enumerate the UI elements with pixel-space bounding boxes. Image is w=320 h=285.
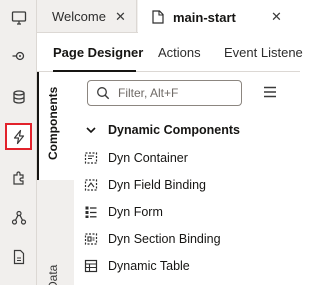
palette-item-dyn-container[interactable]: Dyn Container	[84, 148, 188, 168]
close-icon[interactable]: ✕	[115, 9, 126, 25]
item-label: Dyn Field Binding	[108, 178, 206, 192]
item-label: Dyn Form	[108, 205, 163, 219]
hierarchy-icon	[11, 210, 26, 225]
palette-item-dyn-field-binding[interactable]: Dyn Field Binding	[84, 175, 206, 195]
dyn-field-binding-icon	[84, 179, 98, 191]
group-label: Dynamic Components	[108, 123, 240, 137]
dyn-container-icon	[84, 152, 98, 164]
palette-item-dynamic-table[interactable]: Dynamic Table	[84, 256, 190, 276]
rail-services-button[interactable]	[5, 42, 32, 69]
service-connection-icon	[12, 51, 24, 60]
close-icon[interactable]: ✕	[271, 9, 282, 25]
rail-monitor-button[interactable]	[5, 4, 32, 31]
chevron-down-icon	[86, 127, 96, 134]
lightning-icon	[13, 129, 24, 144]
item-label: Dyn Container	[108, 151, 188, 165]
rail-actions-button[interactable]	[5, 123, 32, 150]
tab-label: main-start	[173, 9, 236, 25]
tab-actions[interactable]: Actions	[158, 45, 201, 60]
sidetab-components-label[interactable]: Components	[46, 87, 60, 160]
group-header-dynamic-components[interactable]: Dynamic Components	[86, 123, 240, 137]
item-label: Dyn Section Binding	[108, 232, 221, 246]
item-label: Dynamic Table	[108, 259, 190, 273]
components-panel: Dynamic Components Dyn Container Dyn Fie…	[74, 72, 300, 285]
tab-event-listeners[interactable]: Event Listene	[224, 45, 303, 60]
puzzle-icon	[12, 170, 24, 185]
monitor-icon	[11, 10, 26, 25]
designer-subtabs: Page Designer Actions Event Listene	[37, 34, 303, 72]
database-icon	[12, 89, 25, 104]
activity-rail	[0, 0, 37, 285]
table-icon	[84, 259, 98, 273]
dyn-section-binding-icon	[84, 233, 98, 245]
palette-item-dyn-section-binding[interactable]: Dyn Section Binding	[84, 229, 221, 249]
tab-label: Welcome	[52, 9, 106, 24]
search-icon	[97, 87, 110, 100]
palette-item-dyn-form[interactable]: Dyn Form	[84, 202, 163, 222]
filter-input[interactable]	[118, 86, 228, 100]
filter-field[interactable]	[87, 80, 242, 106]
rail-resources-button[interactable]	[5, 243, 32, 270]
editor-tab-bar: Welcome ✕ main-start ✕	[37, 0, 300, 34]
rail-structure-button[interactable]	[5, 204, 32, 231]
rail-data-button[interactable]	[5, 83, 32, 110]
file-icon	[152, 10, 164, 24]
side-panel-tabs: Components Data	[37, 72, 74, 285]
hamburger-menu-icon[interactable]	[263, 86, 277, 98]
rail-extensions-button[interactable]	[5, 164, 32, 191]
document-icon	[13, 249, 24, 264]
tab-main-start[interactable]: main-start ✕	[138, 0, 300, 34]
sidetab-data-label[interactable]: Data	[46, 265, 60, 285]
tab-welcome[interactable]: Welcome ✕	[37, 0, 137, 33]
tab-page-designer[interactable]: Page Designer	[53, 45, 143, 60]
dyn-form-icon	[85, 206, 97, 218]
